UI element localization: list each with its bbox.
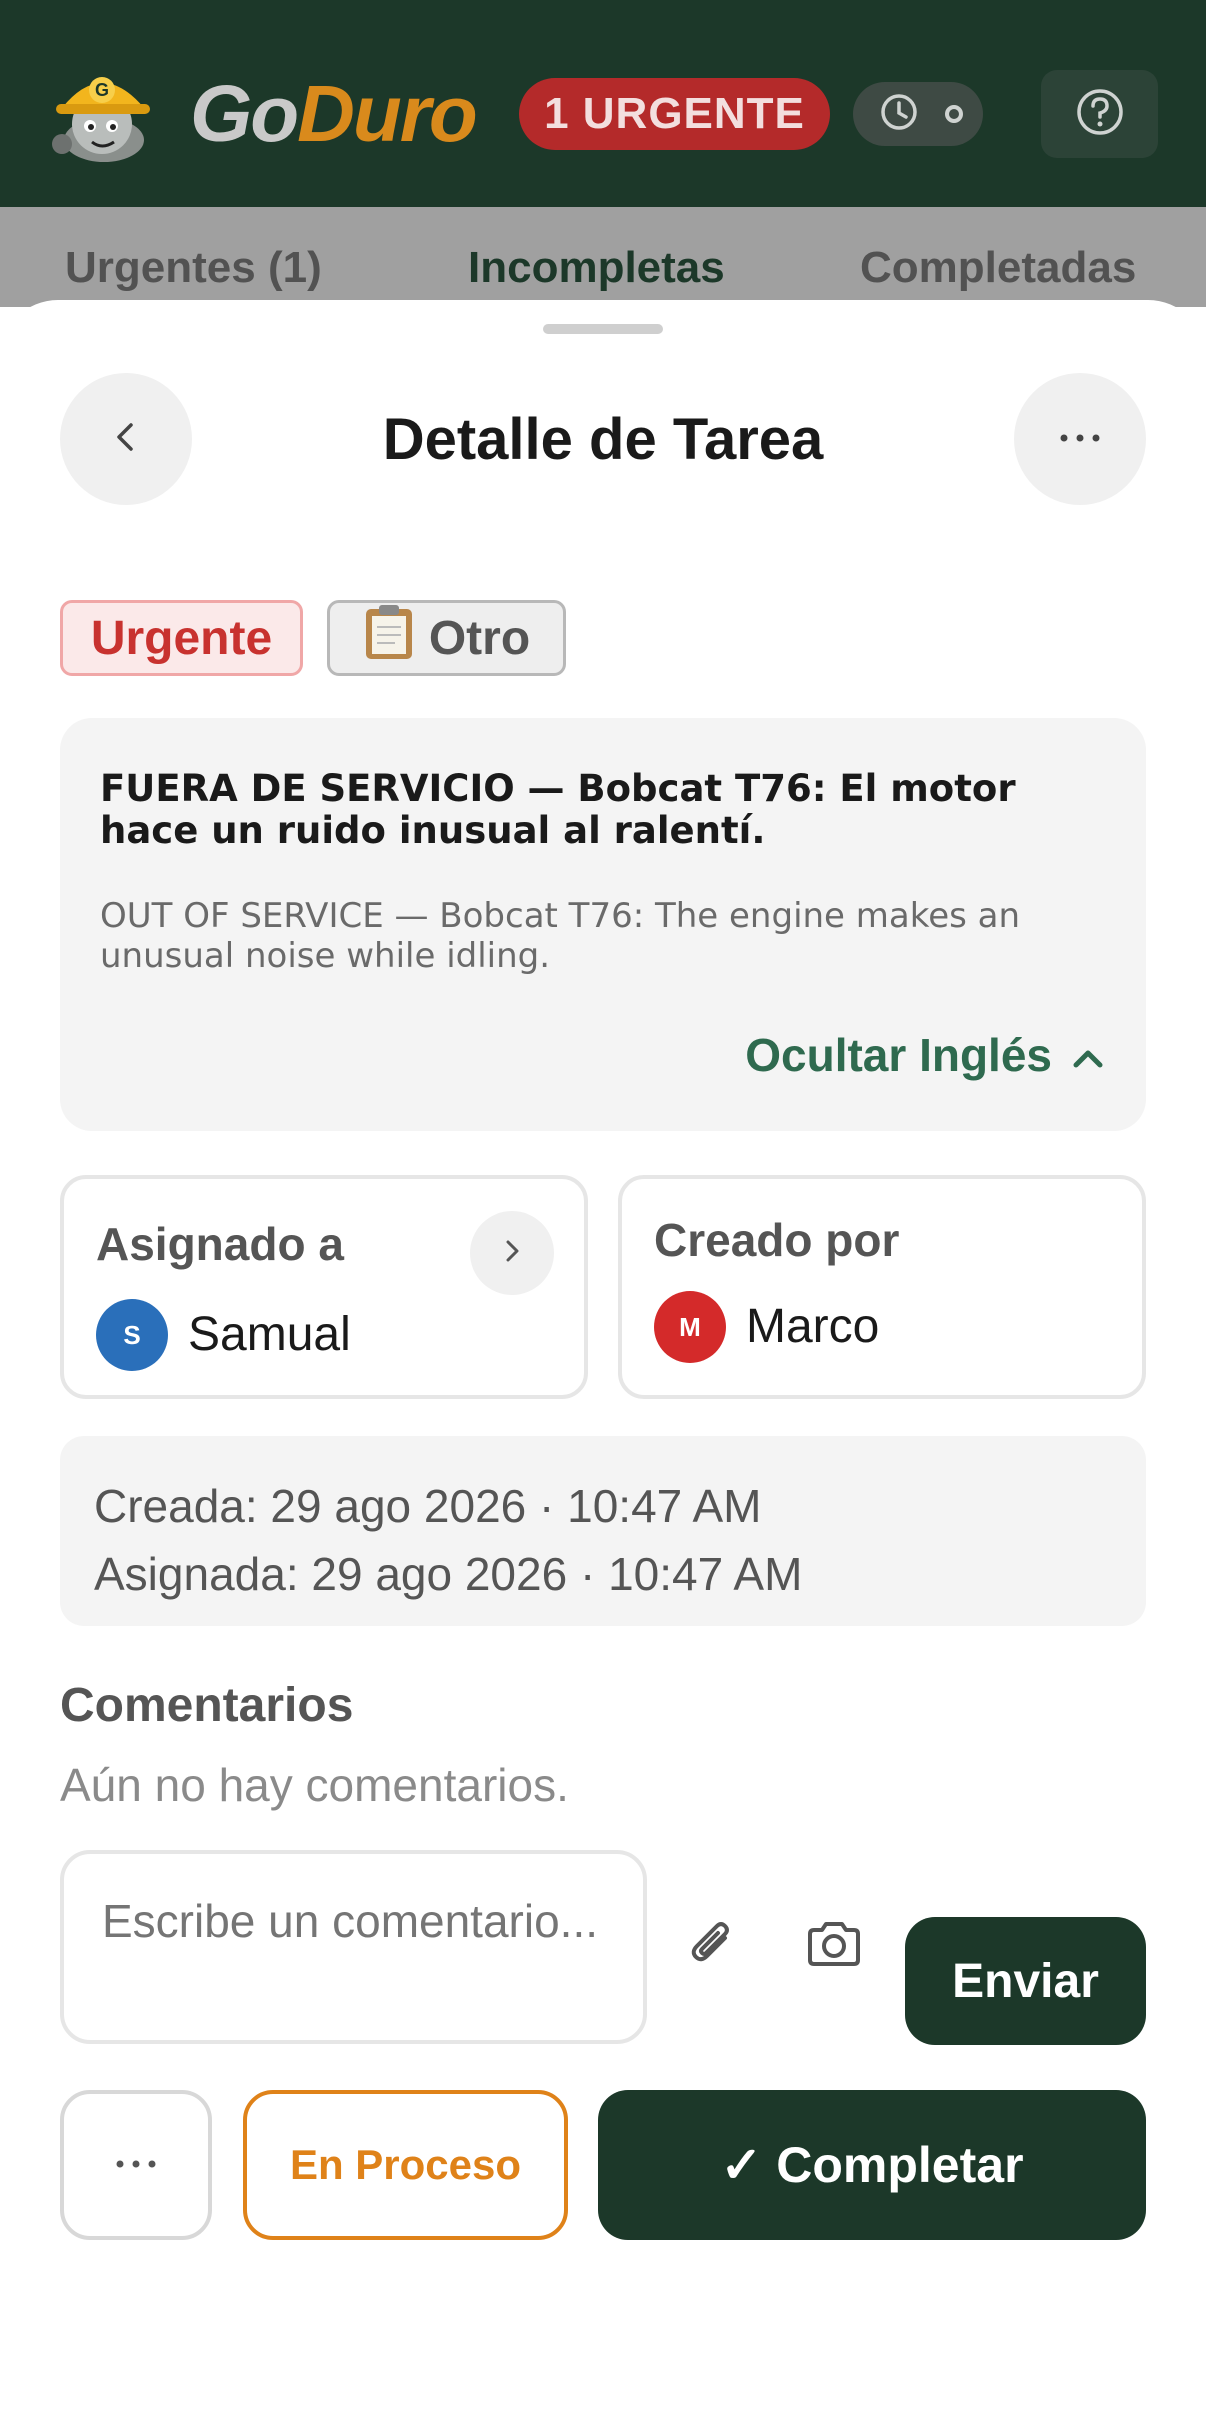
assignee-name: Samual <box>188 1308 351 1361</box>
task-tabs: Urgentes (1) Incompletas Completadas <box>0 207 1206 307</box>
camera-button[interactable] <box>798 1910 870 1982</box>
hide-english-label: Ocultar Inglés <box>745 1029 1052 1081</box>
assigned-to-card[interactable]: Asignado a S Samual <box>60 1175 588 1399</box>
timer-button[interactable] <box>853 82 983 146</box>
category-tag: Otro <box>327 600 566 676</box>
comments-heading: Comentarios <box>60 1679 354 1732</box>
ellipsis-icon <box>114 2156 158 2174</box>
logo-go-text: Go <box>190 69 299 158</box>
clock-icon <box>879 92 919 137</box>
reassign-button[interactable] <box>470 1211 554 1295</box>
category-label: Otro <box>428 611 531 665</box>
comments-empty-text: Aún no hay comentarios. <box>60 1759 569 1811</box>
timer-status-dot <box>945 105 963 123</box>
paperclip-icon <box>685 1916 741 1977</box>
app-header: G GoDuro 1 URGENTE <box>0 0 1206 207</box>
task-detail-sheet: Detalle de Tarea Urgente Otro FUERA DE S… <box>0 300 1206 2427</box>
dates-card: Creada: 29 ago 2026 · 10:47 AM Asignada:… <box>60 1436 1146 1626</box>
more-actions-button[interactable] <box>60 2090 212 2240</box>
creator-label: Creado por <box>654 1214 900 1266</box>
in-progress-button[interactable]: En Proceso <box>243 2090 568 2240</box>
logo-duro-text: Duro <box>297 69 478 158</box>
assigned-label: Asignado a <box>96 1218 344 1270</box>
comment-input[interactable] <box>60 1850 647 2044</box>
priority-tag: Urgente <box>60 600 303 676</box>
sheet-grabber[interactable] <box>543 324 663 334</box>
creator-avatar: M <box>654 1291 726 1363</box>
assignee-avatar: S <box>96 1299 168 1371</box>
more-options-button[interactable] <box>1014 373 1146 505</box>
help-button[interactable] <box>1041 70 1158 158</box>
app-logo: GoDuro <box>190 68 478 160</box>
created-by-card: Creado por M Marco <box>618 1175 1146 1399</box>
mascot-logo-icon: G <box>44 62 159 166</box>
tab-completed[interactable]: Completadas <box>860 243 1136 293</box>
description-card: FUERA DE SERVICIO — Bobcat T76: El motor… <box>60 718 1146 1131</box>
complete-button[interactable]: ✓ Completar <box>598 2090 1146 2240</box>
description-english: OUT OF SERVICE — Bobcat T76: The engine … <box>100 896 1021 976</box>
creator-name: Marco <box>746 1300 880 1353</box>
description-spanish: FUERA DE SERVICIO — Bobcat T76: El motor… <box>100 767 1016 852</box>
hide-english-toggle[interactable]: Ocultar Inglés <box>745 1028 1106 1082</box>
mascot-letter: G <box>95 80 109 100</box>
chevron-right-icon <box>498 1237 526 1270</box>
ellipsis-icon <box>1058 430 1102 448</box>
urgent-count-badge[interactable]: 1 URGENTE <box>519 78 830 150</box>
camera-icon <box>804 1920 864 1973</box>
question-icon <box>1075 87 1125 142</box>
tab-incomplete[interactable]: Incompletas <box>468 243 725 293</box>
chevron-up-icon <box>1070 1028 1106 1082</box>
assigned-date: Asignada: 29 ago 2026 · 10:47 AM <box>94 1548 803 1600</box>
tab-urgent[interactable]: Urgentes (1) <box>65 243 322 293</box>
created-date: Creada: 29 ago 2026 · 10:47 AM <box>94 1480 762 1532</box>
send-button[interactable]: Enviar <box>905 1917 1146 2045</box>
clipboard-icon <box>363 603 415 673</box>
attach-button[interactable] <box>677 1910 749 1982</box>
